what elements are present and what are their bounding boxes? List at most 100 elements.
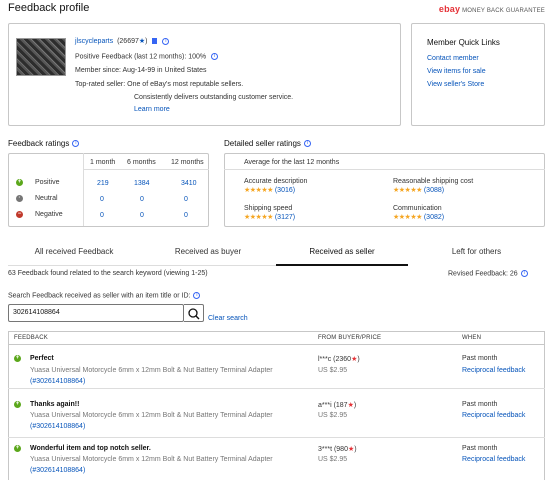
view-items-link[interactable]: View items for sale [427,68,486,75]
buyer-name: l***c (2360★) [318,356,360,363]
view-store-link[interactable]: View seller's Store [427,81,484,88]
table-row: + Perfect Yuasa Universal Motorcycle 6mm… [8,346,545,389]
page-title: Feedback profile [8,2,90,14]
accurate-description-rating: ★★★★★ (3016) [244,187,296,194]
positive-icon: + [16,179,23,186]
star-icon: ★ [347,446,355,453]
item-title: Yuasa Universal Motorcycle 6mm x 12mm Bo… [30,456,273,463]
neutral-6m[interactable]: 0 [140,196,144,203]
positive-12m[interactable]: 3410 [181,180,197,187]
star-rating-icon: ★★★★★ [244,214,273,221]
info-icon[interactable]: i [72,140,80,148]
price: US $2.95 [318,412,348,419]
shipping-speed-rating: ★★★★★ (3127) [244,214,296,221]
shipping-speed-label: Shipping speed [244,205,293,212]
when: Past month [462,355,498,362]
positive-6m[interactable]: 1384 [134,180,150,187]
reciprocal-feedback-link[interactable]: Reciprocal feedback [462,412,525,419]
search-label: Search Feedback received as seller with … [8,292,201,299]
neutral-icon: · [16,195,23,202]
negative-icon: − [16,211,23,218]
table-row: + Thanks again!! Yuasa Universal Motorcy… [8,395,545,438]
top-rated-detail: Consistently delivers outstanding custom… [134,94,294,101]
trash-icon[interactable] [152,38,158,45]
search-button[interactable] [184,304,204,322]
neutral-1m[interactable]: 0 [100,196,104,203]
money-back-guarantee: ebay MONEY BACK GUARANTEE [439,4,545,14]
tab-left-for-others[interactable]: Left for others [408,244,545,266]
learn-more-link[interactable]: Learn more [134,106,170,113]
positive-feedback-line: Positive Feedback (last 12 months): 100%… [75,53,219,61]
top-rated-text: Top-rated seller: One of eBay's most rep… [75,81,244,88]
when: Past month [462,401,498,408]
feedback-comment: Perfect [30,355,54,362]
star-rating-icon: ★★★★★ [393,187,422,194]
seller-username[interactable]: jlscycleparts [75,38,113,45]
detailed-ratings-subtitle: Average for the last 12 months [244,159,340,166]
member-since: Member since: Aug-14-99 in United States [75,67,207,74]
feedback-ratings-title: Feedback ratings i [8,139,80,148]
info-icon[interactable]: i [211,53,219,60]
price: US $2.95 [318,456,348,463]
ebay-logo: ebay [438,4,461,14]
accurate-description-label: Accurate description [244,178,308,185]
header-when: WHEN [462,335,482,341]
negative-label: Negative [35,211,63,218]
seller-profile-card [8,23,401,126]
item-id-link[interactable]: (#302614108864) [30,467,85,474]
negative-12m[interactable]: 0 [184,212,188,219]
tab-received-as-seller[interactable]: Received as seller [276,244,408,266]
star-icon: ★ [347,402,354,409]
info-icon[interactable]: i [520,270,528,277]
reciprocal-feedback-link[interactable]: Reciprocal feedback [462,367,525,374]
col-1-month: 1 month [90,159,116,166]
table-row: + Wonderful item and top notch seller. Y… [8,439,545,480]
results-count: 63 Feedback found related to the search … [8,270,208,277]
header-feedback: FEEDBACK [14,335,48,341]
info-icon[interactable]: i [162,37,170,45]
buyer-name: a***i (187★) [318,402,357,409]
seller-score: (26697 [117,38,139,45]
item-id-link[interactable]: (#302614108864) [30,378,85,385]
col-12-months: 12 months [171,159,204,166]
item-title: Yuasa Universal Motorcycle 6mm x 12mm Bo… [30,367,273,374]
negative-1m[interactable]: 0 [100,212,104,219]
detailed-ratings-title: Detailed seller ratings i [224,139,311,148]
quick-links-title: Member Quick Links [427,38,500,47]
shipping-cost-label: Reasonable shipping cost [393,178,474,185]
shipping-cost-rating: ★★★★★ (3088) [393,187,445,194]
positive-feedback-text: Positive Feedback (last 12 months): 100% [75,53,207,61]
communication-rating: ★★★★★ (3082) [393,214,445,221]
header-from-buyer: FROM BUYER/PRICE [318,335,382,341]
tab-received-as-buyer[interactable]: Received as buyer [140,244,276,266]
star-rating-icon: ★★★★★ [244,187,273,194]
star-icon: ★ [138,38,146,45]
table-header: FEEDBACK FROM BUYER/PRICE WHEN [8,331,545,345]
neutral-12m[interactable]: 0 [184,196,188,203]
item-title: Yuasa Universal Motorcycle 6mm x 12mm Bo… [30,412,273,419]
negative-6m[interactable]: 0 [140,212,144,219]
info-icon[interactable]: i [193,292,201,299]
price: US $2.95 [318,367,348,374]
when: Past month [462,445,498,452]
clear-search-link[interactable]: Clear search [208,315,248,322]
item-id-link[interactable]: (#302614108864) [30,423,85,430]
mbg-label: MONEY BACK GUARANTEE [462,8,545,14]
contact-member-link[interactable]: Contact member [427,55,479,62]
star-rating-icon: ★★★★★ [393,214,422,221]
feedback-comment: Wonderful item and top notch seller. [30,445,151,452]
buyer-name: 3***t (980★) [318,446,357,453]
seller-avatar [16,38,66,76]
positive-icon: + [14,401,21,408]
info-icon[interactable]: i [303,140,311,148]
positive-label: Positive [35,179,60,186]
search-icon [188,308,200,320]
positive-1m[interactable]: 219 [97,180,109,187]
positive-icon: + [14,445,21,452]
communication-label: Communication [393,205,442,212]
tab-all-received[interactable]: All received Feedback [8,244,140,266]
positive-icon: + [14,355,21,362]
reciprocal-feedback-link[interactable]: Reciprocal feedback [462,456,525,463]
neutral-label: Neutral [35,195,58,202]
search-input[interactable]: 302614108864 [8,304,184,322]
